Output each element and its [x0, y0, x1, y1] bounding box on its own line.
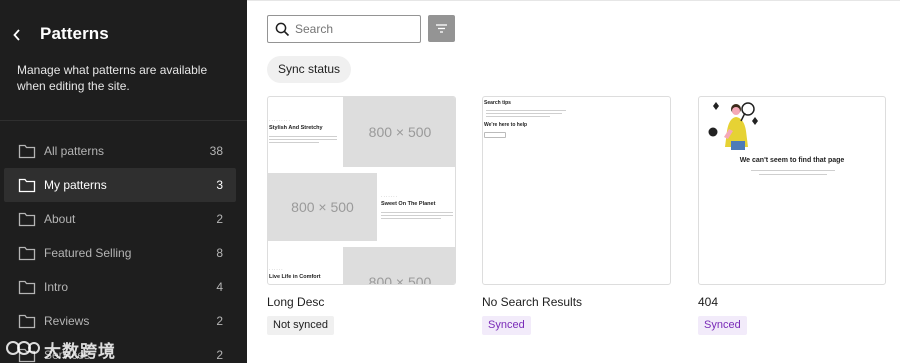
watermark-text: 大数跨境 [44, 342, 116, 361]
folder-icon [18, 212, 36, 227]
sidebar: Patterns Manage what patterns are availa… [0, 0, 247, 363]
sync-status-filter[interactable]: Sync status [267, 56, 352, 83]
folder-icon [18, 280, 36, 295]
filter-icon [436, 24, 447, 33]
sidebar-item-count: 38 [209, 144, 223, 158]
folder-icon [18, 178, 36, 193]
sidebar-item-about[interactable]: About 2 [4, 202, 236, 236]
sidebar-item-label: About [44, 212, 76, 226]
preview-heading: Sweet On The Planet [381, 201, 436, 207]
filter-button[interactable] [428, 15, 455, 42]
preview-text-line [381, 212, 453, 213]
preview-small-text: · · · · · · · [381, 194, 397, 199]
preview-small-text: · · · · · · [269, 267, 283, 272]
preview-text-line [269, 142, 319, 143]
watermark-logo-icon [6, 341, 40, 355]
sidebar-divider [0, 120, 247, 121]
patterns-main: Sync status · · · · · · · · · Stylish An… [247, 0, 900, 363]
preview-heading: Live Life in Comfort [269, 274, 321, 280]
sidebar-item-label: All patterns [44, 144, 105, 158]
sidebar-item-my-patterns[interactable]: My patterns 3 [4, 168, 236, 202]
sidebar-item-count: 8 [216, 246, 223, 260]
folder-icon [18, 314, 36, 329]
folder-icon [18, 246, 36, 261]
sidebar-item-count: 2 [216, 314, 223, 328]
preview-subheading: We're here to help [484, 122, 528, 128]
preview-text-line [381, 215, 453, 216]
image-placeholder: 800 × 500 [268, 173, 377, 241]
preview-button [484, 132, 506, 138]
preview-small-text: · · · · · · · · · [269, 118, 290, 123]
search-icon [275, 22, 290, 37]
image-placeholder: 800 × 500 [343, 247, 455, 284]
sidebar-item-reviews[interactable]: Reviews 2 [4, 304, 236, 338]
preview-text-line [751, 170, 835, 171]
pattern-title[interactable]: No Search Results [482, 295, 582, 309]
preview-text-line [381, 218, 441, 219]
preview-text-line [759, 174, 827, 175]
sidebar-item-label: My patterns [44, 178, 107, 192]
folder-icon [18, 144, 36, 159]
pattern-category-list: All patterns 38 My patterns 3 About 2 Fe… [4, 134, 236, 363]
sync-status-badge: Synced [482, 316, 531, 335]
preview-heading: We can't seem to find that page [739, 157, 845, 164]
preview-heading: Search tips [484, 100, 511, 106]
pattern-preview-long-desc[interactable]: · · · · · · · · · Stylish And Stretchy 8… [267, 96, 456, 285]
sidebar-item-count: 4 [216, 280, 223, 294]
sync-status-badge: Not synced [267, 316, 335, 335]
preview-text-line [486, 110, 566, 111]
sidebar-item-intro[interactable]: Intro 4 [4, 270, 236, 304]
sidebar-item-label: Reviews [44, 314, 90, 328]
search-field[interactable] [267, 15, 421, 43]
sync-status-badge: Synced [698, 316, 747, 335]
pattern-preview-404[interactable]: We can't seem to find that page [698, 96, 886, 285]
sidebar-item-featured-selling[interactable]: Featured Selling 8 [4, 236, 236, 270]
sidebar-title: Patterns [40, 24, 109, 43]
sidebar-item-all-patterns[interactable]: All patterns 38 [4, 134, 236, 168]
pattern-title[interactable]: 404 [698, 295, 718, 309]
preview-text-line [269, 139, 337, 140]
sidebar-item-count: 2 [216, 348, 223, 362]
person-illustration-icon [708, 102, 758, 150]
sidebar-item-count: 2 [216, 212, 223, 226]
image-placeholder: 800 × 500 [343, 97, 455, 167]
sidebar-item-label: Featured Selling [44, 246, 132, 260]
sidebar-header: Patterns [0, 22, 247, 48]
sidebar-item-count: 3 [216, 178, 223, 192]
pattern-preview-no-search-results[interactable]: Search tips We're here to help [482, 96, 671, 285]
sidebar-item-label: Intro [44, 280, 69, 294]
preview-text-line [269, 136, 337, 137]
sidebar-description: Manage what patterns are available when … [17, 63, 208, 93]
preview-text-line [486, 116, 550, 117]
top-border [247, 0, 900, 1]
pattern-title[interactable]: Long Desc [267, 295, 324, 309]
search-input[interactable] [295, 20, 415, 38]
preview-heading: Stylish And Stretchy [269, 125, 323, 131]
back-button[interactable] [9, 22, 27, 48]
chevron-left-icon [13, 29, 20, 41]
preview-text-line [486, 113, 562, 114]
